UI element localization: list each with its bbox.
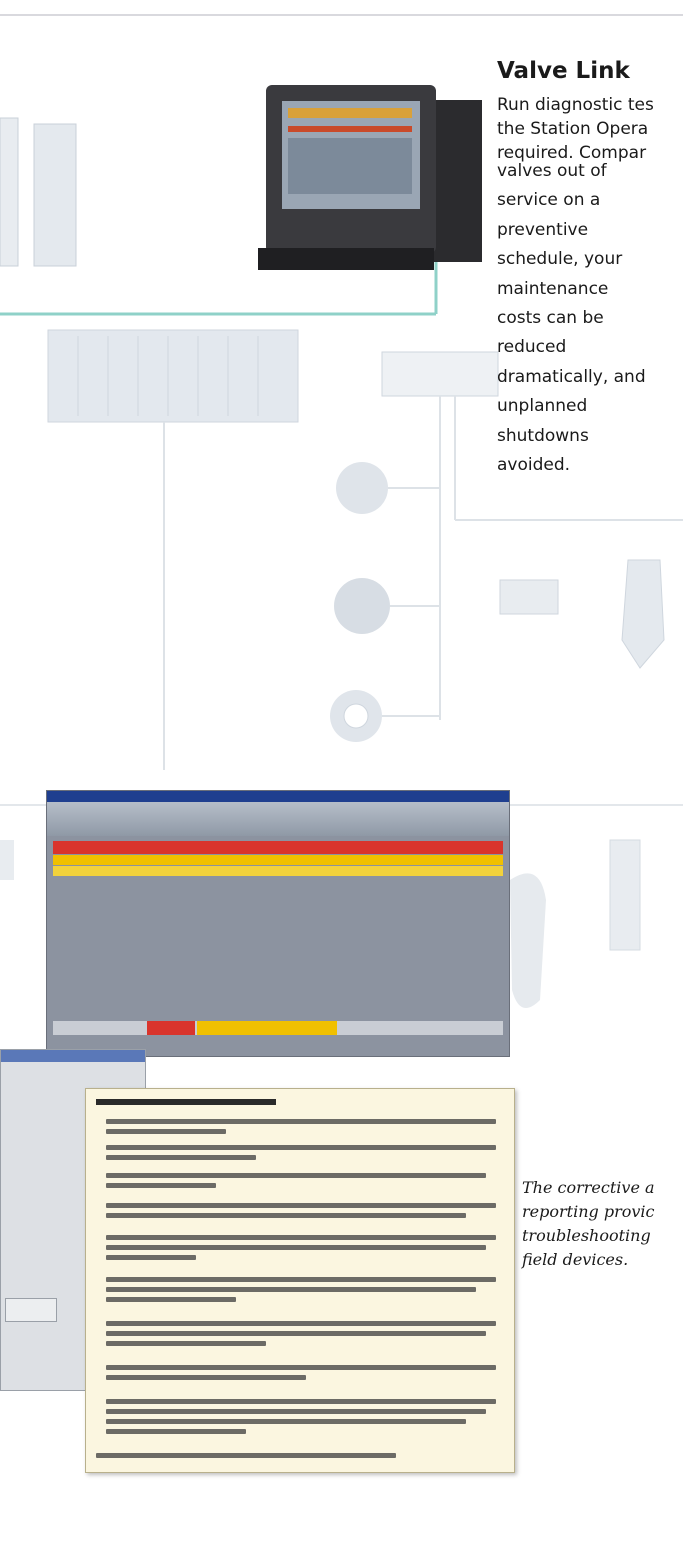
valve-link-description: valves out of service on a preventive sc… bbox=[497, 157, 683, 480]
diagnostic-help-panel bbox=[85, 1088, 515, 1473]
description-line: service on a bbox=[497, 190, 601, 211]
controller-rack bbox=[47, 329, 299, 423]
alarm-row-critical bbox=[53, 841, 503, 854]
valve-link-heading: Valve Link bbox=[497, 58, 630, 84]
description-line: dramatically, and bbox=[497, 366, 646, 387]
description-line: costs can be bbox=[497, 308, 604, 329]
caption-line: The corrective a bbox=[522, 1178, 655, 1197]
alarm-row-warning bbox=[53, 866, 503, 876]
caption-line: troubleshooting bbox=[522, 1226, 651, 1245]
workstation-tower bbox=[428, 100, 482, 262]
description-line: unplanned bbox=[497, 396, 588, 417]
description-line: preventive bbox=[497, 219, 589, 240]
figure-caption: The corrective a reporting provic troubl… bbox=[522, 1176, 655, 1272]
description-line: maintenance bbox=[497, 278, 609, 299]
description-line: schedule, your bbox=[497, 249, 623, 270]
description-line: valves out of bbox=[497, 161, 607, 181]
alarm-screenshot-window bbox=[46, 790, 510, 1057]
field-device-2 bbox=[334, 578, 390, 634]
transmitter-device bbox=[499, 579, 559, 615]
cabinet-tower bbox=[33, 123, 77, 267]
field-device-1 bbox=[336, 462, 388, 514]
help-panel-title bbox=[96, 1099, 276, 1105]
alarm-window-toolbar bbox=[47, 802, 509, 836]
gateway-device bbox=[381, 351, 499, 397]
workstation-keyboard bbox=[258, 248, 434, 270]
dialog-titlebar bbox=[1, 1050, 145, 1062]
valve-device bbox=[621, 559, 665, 669]
alarm-status-warning bbox=[197, 1021, 337, 1035]
description-line: Run diagnostic tes bbox=[497, 95, 654, 115]
alarm-row-warning bbox=[53, 855, 503, 865]
description-line: shutdowns bbox=[497, 425, 589, 446]
alarm-window-titlebar bbox=[47, 791, 509, 802]
description-line: reduced bbox=[497, 337, 567, 358]
dialog-button bbox=[5, 1298, 57, 1322]
caption-line: reporting provic bbox=[522, 1202, 655, 1221]
alarm-status-critical bbox=[147, 1021, 195, 1035]
cabinet-left bbox=[0, 117, 19, 267]
description-line: the Station Opera bbox=[497, 119, 649, 139]
caption-line: field devices. bbox=[522, 1250, 629, 1269]
description-line: avoided. bbox=[497, 455, 571, 476]
